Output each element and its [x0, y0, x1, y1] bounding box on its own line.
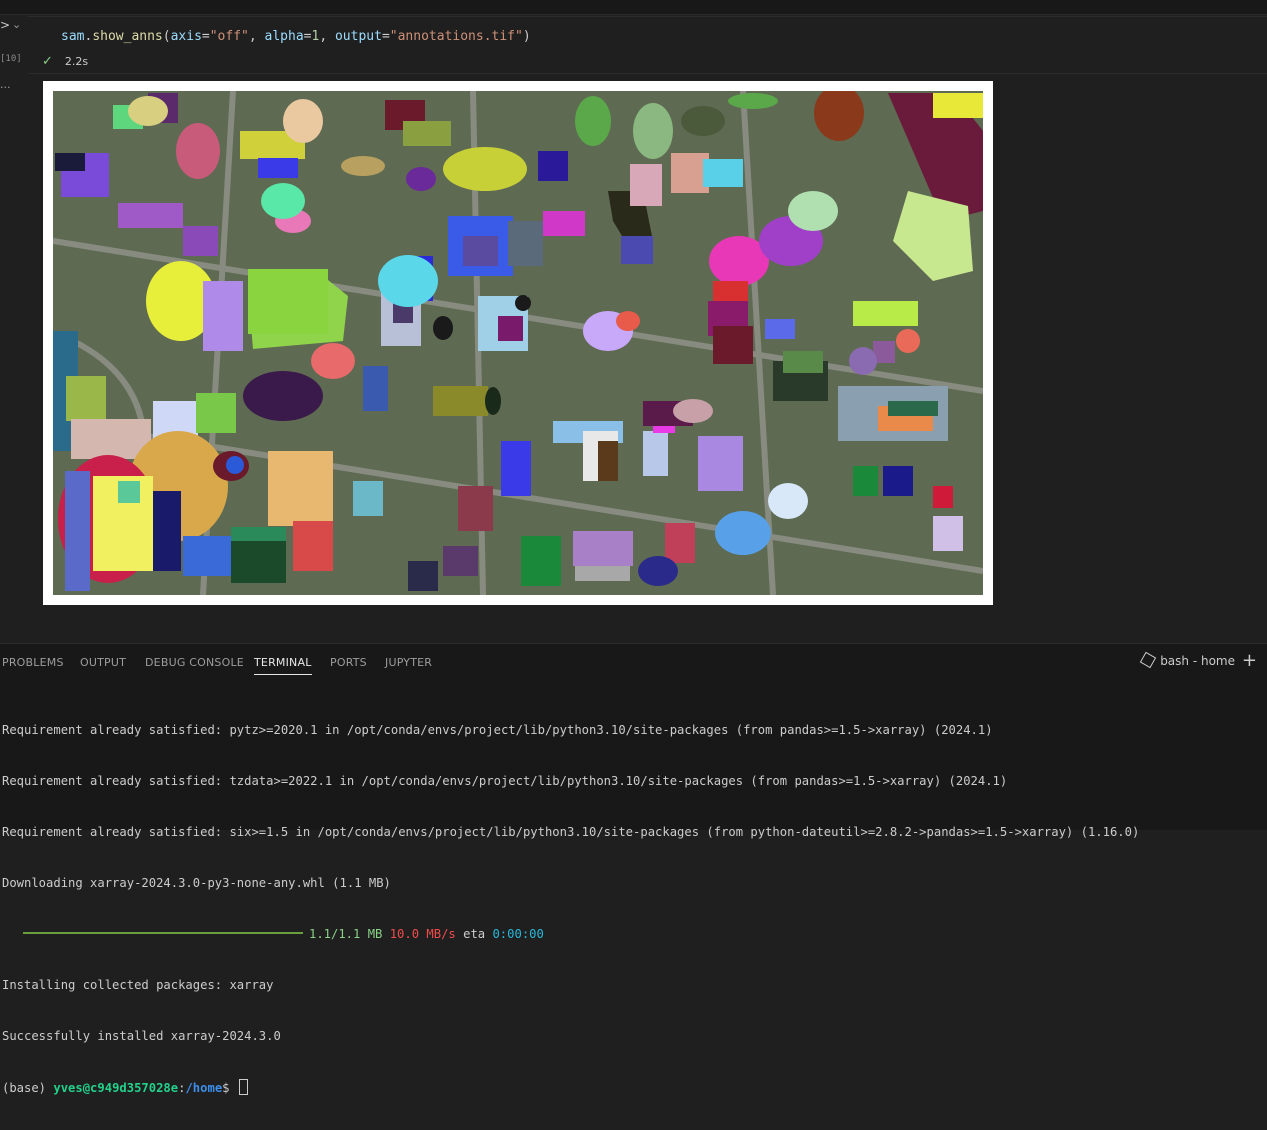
terminal-icon	[1139, 651, 1157, 669]
progress-eta: 0:00:00	[492, 927, 544, 941]
code-cell[interactable]: sam.show_anns(axis="off", alpha=1, outpu…	[28, 16, 1267, 74]
code-arg1-name: axis	[170, 29, 202, 44]
terminal-line: Downloading xarray-2024.3.0-py3-none-any…	[2, 876, 391, 890]
terminal-line: Installing collected packages: xarray	[2, 978, 274, 992]
terminal-selector[interactable]: bash - home	[1139, 651, 1235, 669]
run-duration: 2.2s	[64, 55, 89, 68]
code-arg3-value: "annotations.tif"	[389, 29, 523, 44]
code-line[interactable]: sam.show_anns(axis="off", alpha=1, outpu…	[61, 29, 531, 44]
progress-speed: 10.0 MB/s	[389, 927, 456, 941]
tab-jupyter[interactable]: JUPYTER	[385, 656, 432, 669]
top-strip	[0, 0, 1267, 15]
terminal-line: Successfully installed xarray-2024.3.0	[2, 1029, 281, 1043]
segmentation-map-graphic	[53, 91, 983, 595]
code-arg3-name: output	[334, 29, 382, 44]
cell-output	[43, 81, 993, 605]
code-open-paren: (	[162, 29, 171, 44]
prompt-symbol: $	[222, 1081, 237, 1095]
terminal-output[interactable]: Requirement already satisfied: pytz>=202…	[2, 688, 1139, 1130]
code-arg2-name: alpha	[264, 29, 304, 44]
code-object: sam	[61, 29, 85, 44]
tab-debug-console[interactable]: DEBUG CONSOLE	[145, 656, 244, 669]
code-eq: =	[201, 29, 210, 44]
tab-problems[interactable]: PROBLEMS	[2, 656, 64, 669]
prompt-env: (base)	[2, 1081, 54, 1095]
segmentation-map-image	[53, 91, 983, 595]
code-eq: =	[303, 29, 312, 44]
code-comma: ,	[319, 29, 335, 44]
prompt-path: /home	[185, 1081, 223, 1095]
execution-count: [10]	[0, 54, 22, 64]
prompt-user: yves@c949d357028e	[53, 1081, 179, 1095]
check-icon: ✓	[42, 54, 53, 69]
terminal-prompt[interactable]: (base) yves@c949d357028e:/home$	[2, 1079, 1139, 1096]
run-status: ✓ 2.2s	[42, 54, 88, 69]
tab-output[interactable]: OUTPUT	[80, 656, 126, 669]
code-eq: =	[381, 29, 390, 44]
code-method: show_anns	[92, 29, 163, 44]
prompt-colon: :	[178, 1081, 186, 1095]
output-more-icon[interactable]: ...	[0, 78, 11, 91]
terminal-cursor	[238, 1079, 248, 1095]
plus-icon[interactable]: +	[1242, 650, 1257, 671]
chevron-down-icon[interactable]: ⌄	[12, 18, 26, 34]
progress-line: 1.1/1.1 MB 10.0 MB/s eta 0:00:00	[2, 926, 1139, 943]
progress-bar	[23, 932, 303, 934]
terminal-line: Requirement already satisfied: pytz>=202…	[2, 723, 993, 737]
terminal-line: Requirement already satisfied: six>=1.5 …	[2, 825, 1140, 839]
terminal-name: bash - home	[1160, 654, 1235, 668]
terminal-line: Requirement already satisfied: tzdata>=2…	[2, 774, 1008, 788]
tab-ports[interactable]: PORTS	[330, 656, 367, 669]
code-comma: ,	[248, 29, 265, 44]
bottom-panel: PROBLEMS OUTPUT DEBUG CONSOLE TERMINAL P…	[0, 643, 1267, 1095]
progress-size: 1.1/1.1 MB	[309, 927, 383, 941]
progress-eta-label: eta	[463, 927, 486, 941]
run-cell-button[interactable]: >	[0, 18, 12, 34]
code-close-paren: )	[522, 29, 531, 44]
tab-terminal[interactable]: TERMINAL	[254, 656, 312, 675]
code-arg1-value: "off"	[209, 29, 249, 44]
